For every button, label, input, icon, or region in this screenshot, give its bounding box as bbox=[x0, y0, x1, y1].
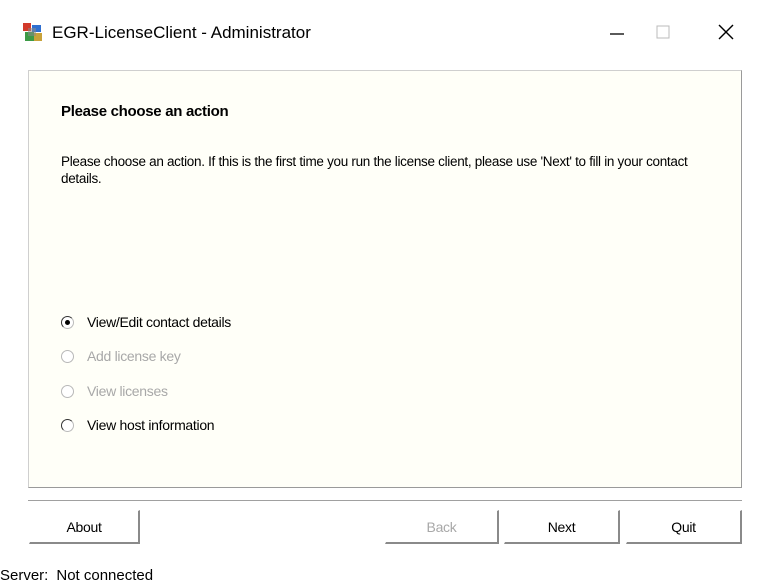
server-status-value: Not connected bbox=[56, 567, 154, 584]
close-button[interactable] bbox=[703, 12, 749, 52]
next-button[interactable]: Next bbox=[504, 510, 620, 544]
option-label: Add license key bbox=[87, 348, 181, 364]
option-label: View host information bbox=[87, 417, 215, 433]
radio-button-disabled bbox=[61, 384, 74, 398]
window-title: EGR-LicenseClient - Administrator bbox=[52, 23, 311, 42]
option-view-edit-contact-details[interactable]: View/Edit contact details bbox=[61, 311, 231, 333]
egr-license-client-icon bbox=[22, 22, 44, 44]
title-bar[interactable]: EGR-LicenseClient - Administrator bbox=[0, 0, 768, 58]
option-add-license-key: Add license key bbox=[61, 345, 181, 367]
action-panel: Please choose an action Please choose an… bbox=[28, 70, 742, 488]
quit-button[interactable]: Quit bbox=[626, 510, 742, 544]
status-bar: Server: Not connected bbox=[0, 566, 153, 586]
option-label: View licenses bbox=[87, 383, 168, 399]
minimize-icon bbox=[610, 33, 624, 35]
about-button[interactable]: About bbox=[29, 510, 140, 544]
radio-button[interactable] bbox=[61, 418, 74, 432]
footer-separator bbox=[28, 500, 742, 502]
maximize-icon bbox=[656, 25, 670, 39]
minimize-button[interactable] bbox=[594, 12, 640, 52]
option-view-licenses: View licenses bbox=[61, 380, 168, 402]
close-icon bbox=[718, 24, 734, 40]
option-label: View/Edit contact details bbox=[87, 314, 231, 330]
radio-button-disabled bbox=[61, 349, 74, 363]
radio-button-checked[interactable] bbox=[61, 315, 74, 329]
back-button: Back bbox=[385, 510, 499, 544]
option-view-host-information[interactable]: View host information bbox=[61, 414, 215, 436]
panel-description: Please choose an action. If this is the … bbox=[61, 154, 688, 186]
panel-heading: Please choose an action bbox=[61, 103, 229, 120]
license-client-window: EGR-LicenseClient - Administrator Please… bbox=[0, 0, 768, 586]
maximize-button[interactable] bbox=[640, 12, 686, 52]
server-status-label: Server: bbox=[0, 567, 49, 584]
